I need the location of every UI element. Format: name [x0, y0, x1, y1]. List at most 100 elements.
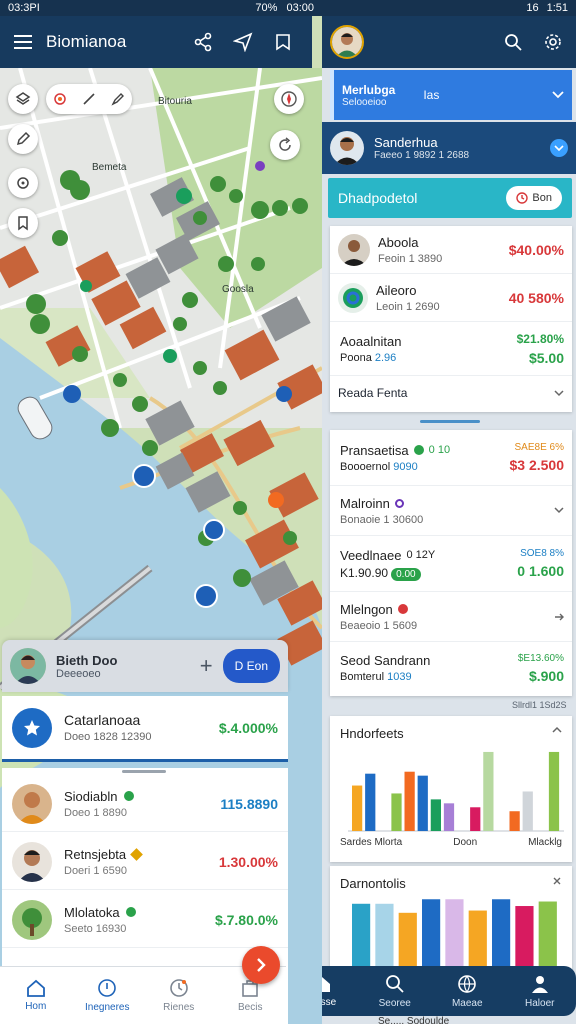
drag-handle[interactable]	[420, 420, 480, 423]
list-item[interactable]: Siodiabln Doeo 1 8890 115.8890	[2, 776, 288, 832]
card-value: $.4.000%	[218, 719, 278, 736]
signal-text: 16	[526, 2, 539, 14]
chart-title: Darnontolis	[340, 876, 406, 891]
account-sub: Faeeo 1 9892 1 2688	[374, 150, 470, 161]
chart-bar	[430, 799, 441, 831]
refresh-button[interactable]	[270, 130, 300, 160]
item-name: Aileoro	[376, 282, 417, 298]
user-name: Bieth Doo	[56, 652, 118, 668]
nav-home[interactable]: Hom	[0, 967, 72, 1024]
person-icon	[531, 975, 548, 993]
list-item[interactable]: Malroinn Bonaoie 1 30600	[330, 486, 572, 536]
account-item[interactable]: Sanderhua Faeeo 1 9892 1 2688	[322, 122, 576, 174]
card-subtitle: Doeo 1828 12390	[64, 731, 152, 743]
account-tag: Ias	[423, 88, 440, 102]
nav-label: Seoree	[378, 997, 411, 1009]
compass-button[interactable]	[274, 84, 304, 114]
home-icon	[26, 979, 45, 997]
search-button[interactable]	[498, 27, 528, 57]
list-item[interactable]: Mlelngon Beaeoio 1 5609	[330, 592, 572, 642]
avatar[interactable]	[10, 648, 46, 684]
list-item[interactable]: Seod Sandrann Bomterul 1039 $E13.60% $.9…	[330, 642, 572, 694]
ruler-icon[interactable]	[82, 92, 96, 106]
gear-icon	[545, 34, 561, 50]
chart-bar	[417, 775, 428, 831]
refresh-icon	[279, 137, 291, 151]
profile-avatar[interactable]	[330, 25, 364, 59]
chart-bar	[443, 803, 455, 831]
avatar	[12, 783, 52, 824]
close-icon[interactable]	[552, 876, 562, 886]
primary-action-button[interactable]: D Eon	[222, 649, 280, 683]
section-header: Dhadpodetol Bon	[328, 178, 572, 218]
item-name: Malroinn	[340, 495, 390, 511]
nav-explore[interactable]: Maeae	[431, 966, 504, 1016]
chart-bar	[375, 903, 394, 967]
location-icon	[17, 177, 29, 189]
diamond-icon	[130, 847, 144, 861]
list-item[interactable]: Retnsjebta Doeri 1 6590 1.30.00%	[2, 834, 288, 890]
filter-chip[interactable]: Bon	[506, 186, 562, 210]
featured-card[interactable]: Catarlanoaa Doeo 1828 12390 $.4.000%	[2, 696, 288, 762]
list-item[interactable]: Mlolatoka Seeto 16930 $.7.80.0%	[2, 892, 288, 948]
draw-icon[interactable]	[111, 92, 125, 106]
item-value-secondary: 0 1.600	[517, 563, 564, 579]
nav-search[interactable]: Seoree	[359, 966, 432, 1016]
edit-tool-button[interactable]	[8, 124, 38, 154]
section-title: Dhadpodetol	[338, 190, 418, 206]
chart-bar	[538, 901, 557, 967]
status-dot-icon	[397, 604, 408, 614]
chart-bar	[391, 793, 402, 831]
status-dot-icon	[123, 791, 134, 801]
card-footer[interactable]: Reada Fenta	[330, 376, 572, 410]
layers-button[interactable]	[8, 84, 38, 114]
share-button[interactable]	[188, 27, 218, 57]
status-bar: 16 1:51	[322, 0, 576, 16]
navigate-button[interactable]	[228, 27, 258, 57]
search-icon	[505, 34, 522, 51]
bookmark-button[interactable]	[8, 208, 38, 238]
list-item[interactable]: Aoaalnitan Poona 2.96 $21.80% $5.00	[330, 322, 572, 376]
item-sub: Doeo 1 8890	[64, 806, 127, 819]
nav-recent[interactable]: Rienes	[143, 967, 215, 1024]
item-value-secondary: $.900	[528, 667, 564, 684]
footer-label: Reada Fenta	[338, 386, 408, 400]
next-fab-button[interactable]	[242, 946, 280, 984]
nav-label: Rienes	[163, 1002, 195, 1013]
nav-label: Hom	[25, 1001, 47, 1012]
menu-icon[interactable]	[14, 35, 32, 49]
item-name: Veedlnaee	[340, 547, 402, 563]
home-icon	[322, 976, 331, 992]
nav-profile[interactable]: Haloer	[504, 966, 576, 1016]
locate-button[interactable]	[8, 168, 38, 198]
list-item[interactable]: Veedlnaee 0 12Y K1.90.90 0.00 SOE8 8% 0 1…	[330, 536, 572, 592]
target-icon[interactable]	[53, 92, 67, 106]
drag-handle[interactable]	[122, 770, 166, 773]
detail-card: Pransaetisa 0 10 Boooernol 9090 SAE8E 6% …	[330, 430, 572, 696]
item-name: Aoaalnitan	[340, 333, 402, 349]
search-icon	[385, 974, 404, 993]
chevron-down-icon	[554, 507, 564, 514]
item-sub: Seeto 16930	[64, 922, 127, 935]
list-item[interactable]: Aboola Feoin 1 3890 $40.00%	[330, 226, 572, 274]
save-button[interactable]	[268, 27, 298, 57]
item-value: $E13.60%	[517, 652, 564, 664]
nav-home[interactable]: Bosse	[322, 966, 359, 1016]
list-item[interactable]: Pransaetisa 0 10 Boooernol 9090 SAE8E 6% …	[330, 430, 572, 486]
account-selector[interactable]: Merlubga Selooeioo Ias	[330, 70, 572, 120]
item-name: Aboola	[378, 234, 419, 250]
map-screen: 03:3PI 70% 03:00 Bitouria Goosla Bemeta …	[0, 0, 322, 1024]
compass-icon	[281, 91, 297, 107]
avatar	[12, 841, 52, 882]
nav-explore[interactable]: Inegneres	[72, 967, 144, 1024]
status-ring-icon	[394, 498, 404, 508]
item-sub: Leoin 1 2690	[376, 300, 440, 313]
dashboard-screen: 16 1:51 Merlubga Selooeioo Ias Sanderhua…	[322, 0, 576, 1024]
person-avatar-icon	[10, 648, 46, 684]
list-item[interactable]: Aileoro Leoin 1 2690 40 580%	[330, 274, 572, 322]
chevron-up-icon[interactable]	[552, 726, 562, 733]
globe-icon	[458, 974, 477, 993]
x-label: Sardes Mlorta	[340, 837, 403, 848]
settings-button[interactable]	[538, 27, 568, 57]
add-button[interactable]: +	[200, 653, 213, 679]
